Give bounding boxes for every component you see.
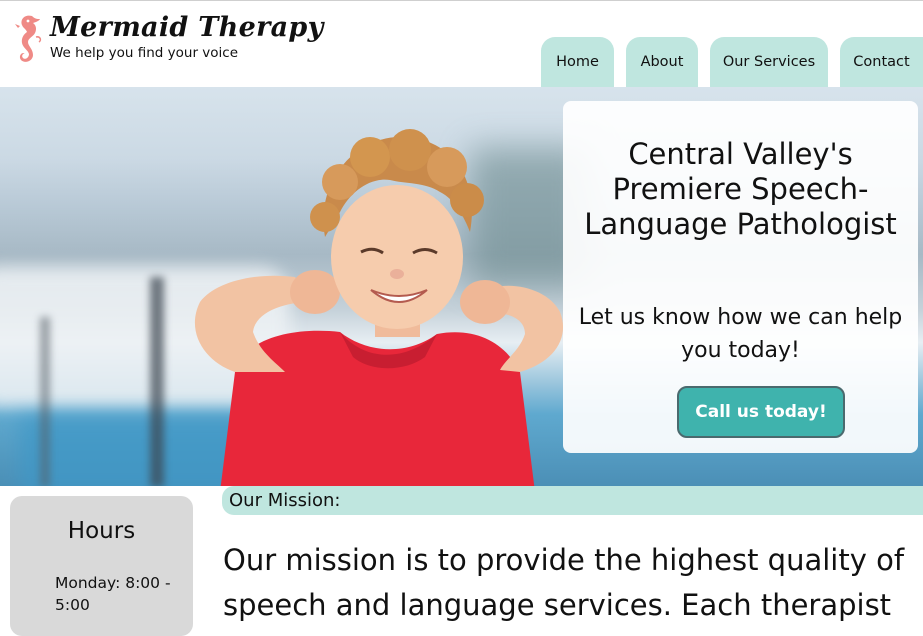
hero-card: Central Valley's Premiere Speech-Languag… [563,101,918,453]
logo[interactable]: Mermaid Therapy We help you find your vo… [12,10,332,68]
brand-name: Mermaid Therapy [50,12,324,43]
mission-label: Our Mission: [229,490,341,511]
hours-title: Hours [67,518,136,544]
brand-tagline: We help you find your voice [50,45,239,61]
nav-tab-label: About [640,54,684,70]
call-us-button[interactable]: Call us today! [677,386,845,438]
top-border [0,0,923,1]
hours-panel: Hours Monday: 8:00 - 5:00 [10,496,193,636]
nav-tab-label: Our Services [722,54,816,70]
hero-section: Central Valley's Premiere Speech-Languag… [0,87,923,486]
nav-tab-our-services[interactable]: Our Services [710,37,828,87]
nav-tab-about[interactable]: About [626,37,698,87]
seahorse-icon [15,15,42,62]
hero-heading: Central Valley's Premiere Speech-Languag… [584,137,897,241]
mission-text: Our mission is to provide the highest qu… [223,543,905,622]
hours-monday: Monday: 8:00 - 5:00 [55,574,171,614]
hero-subheading: Let us know how we can help you today! [578,305,903,363]
nav-tab-label: Home [556,54,599,70]
nav-tab-home[interactable]: Home [541,37,614,87]
mission-header-bar: Our Mission: [222,486,923,515]
nav-tab-label: Contact [853,54,910,70]
nav-tab-contact[interactable]: Contact [840,37,923,87]
